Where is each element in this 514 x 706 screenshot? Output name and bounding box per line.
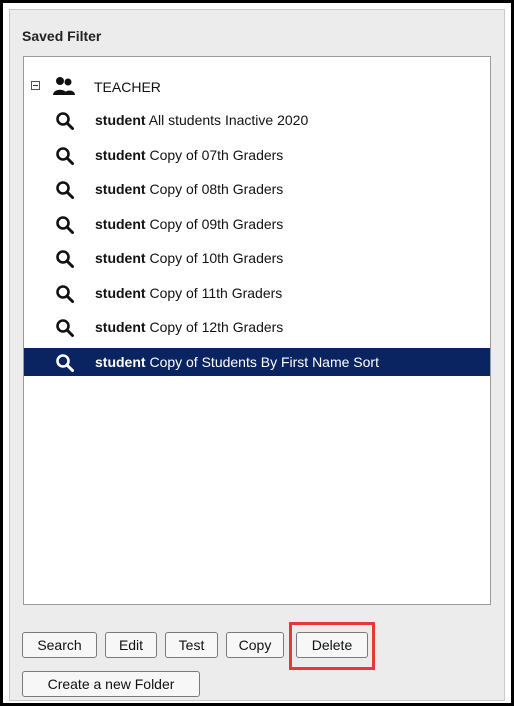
magnifier-icon <box>56 250 74 268</box>
filter-item-type: student <box>95 146 146 163</box>
filter-item-type: student <box>95 215 146 232</box>
filter-item-label: All students Inactive 2020 <box>148 112 309 128</box>
filter-item[interactable]: student Copy of 10th Graders <box>24 244 490 272</box>
magnifier-icon <box>56 319 74 337</box>
create-new-folder-button[interactable]: Create a new Folder <box>22 671 200 697</box>
filter-item[interactable]: student Copy of Students By First Name S… <box>24 347 490 376</box>
filter-item[interactable]: student Copy of 12th Graders <box>24 313 490 341</box>
magnifier-icon <box>56 215 74 234</box>
magnifier-icon <box>56 284 74 303</box>
filter-item-text: student Copy of 08th Graders <box>95 181 283 197</box>
test-button[interactable]: Test <box>165 632 218 658</box>
filter-item-type: student <box>95 284 146 301</box>
filter-item-text: student Copy of 09th Graders <box>95 216 283 232</box>
filter-item-text: student Copy of 12th Graders <box>95 319 283 335</box>
filter-item-label: Copy of Students By First Name Sort <box>149 353 379 370</box>
collapse-icon[interactable] <box>31 81 40 90</box>
filter-item-type: student <box>95 319 146 335</box>
filter-item-label: Copy of 07th Graders <box>149 146 284 163</box>
filter-item[interactable]: student All students Inactive 2020 <box>24 106 490 134</box>
copy-button[interactable]: Copy <box>226 632 284 658</box>
magnifier-icon <box>56 146 74 165</box>
tree-root-teacher[interactable]: TEACHER <box>24 73 490 101</box>
filter-item-label: Copy of 12th Graders <box>149 319 284 335</box>
saved-filter-tree[interactable]: TEACHER student All students Inactive 20… <box>23 56 491 605</box>
filter-item-text: student All students Inactive 2020 <box>95 112 308 128</box>
filter-item[interactable]: student Copy of 07th Graders <box>24 141 490 169</box>
filter-item-text: student Copy of 10th Graders <box>95 250 283 266</box>
magnifier-icon <box>56 181 74 199</box>
filter-item-type: student <box>95 353 146 370</box>
filter-item[interactable]: student Copy of 11th Graders <box>24 279 490 307</box>
filter-item-label: Copy of 08th Graders <box>149 181 284 197</box>
filter-item-label: Copy of 10th Graders <box>149 250 284 266</box>
tree-root-label: TEACHER <box>94 79 161 95</box>
search-button[interactable]: Search <box>22 632 97 658</box>
people-icon <box>53 77 75 95</box>
filter-item-text: student Copy of 11th Graders <box>95 285 282 301</box>
magnifier-icon <box>56 353 74 372</box>
filter-item[interactable]: student Copy of 08th Graders <box>24 175 490 203</box>
delete-highlight-box <box>289 622 375 670</box>
edit-button[interactable]: Edit <box>105 632 157 658</box>
filter-item-label: Copy of 11th Graders <box>149 284 283 301</box>
panel-title: Saved Filter <box>22 28 102 44</box>
filter-item-type: student <box>95 250 146 266</box>
magnifier-icon <box>56 112 74 130</box>
filter-item[interactable]: student Copy of 09th Graders <box>24 210 490 238</box>
filter-item-label: Copy of 09th Graders <box>149 215 284 232</box>
filter-item-text: student Copy of Students By First Name S… <box>95 354 379 370</box>
filter-item-type: student <box>95 112 146 128</box>
filter-item-type: student <box>95 181 146 197</box>
filter-item-text: student Copy of 07th Graders <box>95 147 283 163</box>
